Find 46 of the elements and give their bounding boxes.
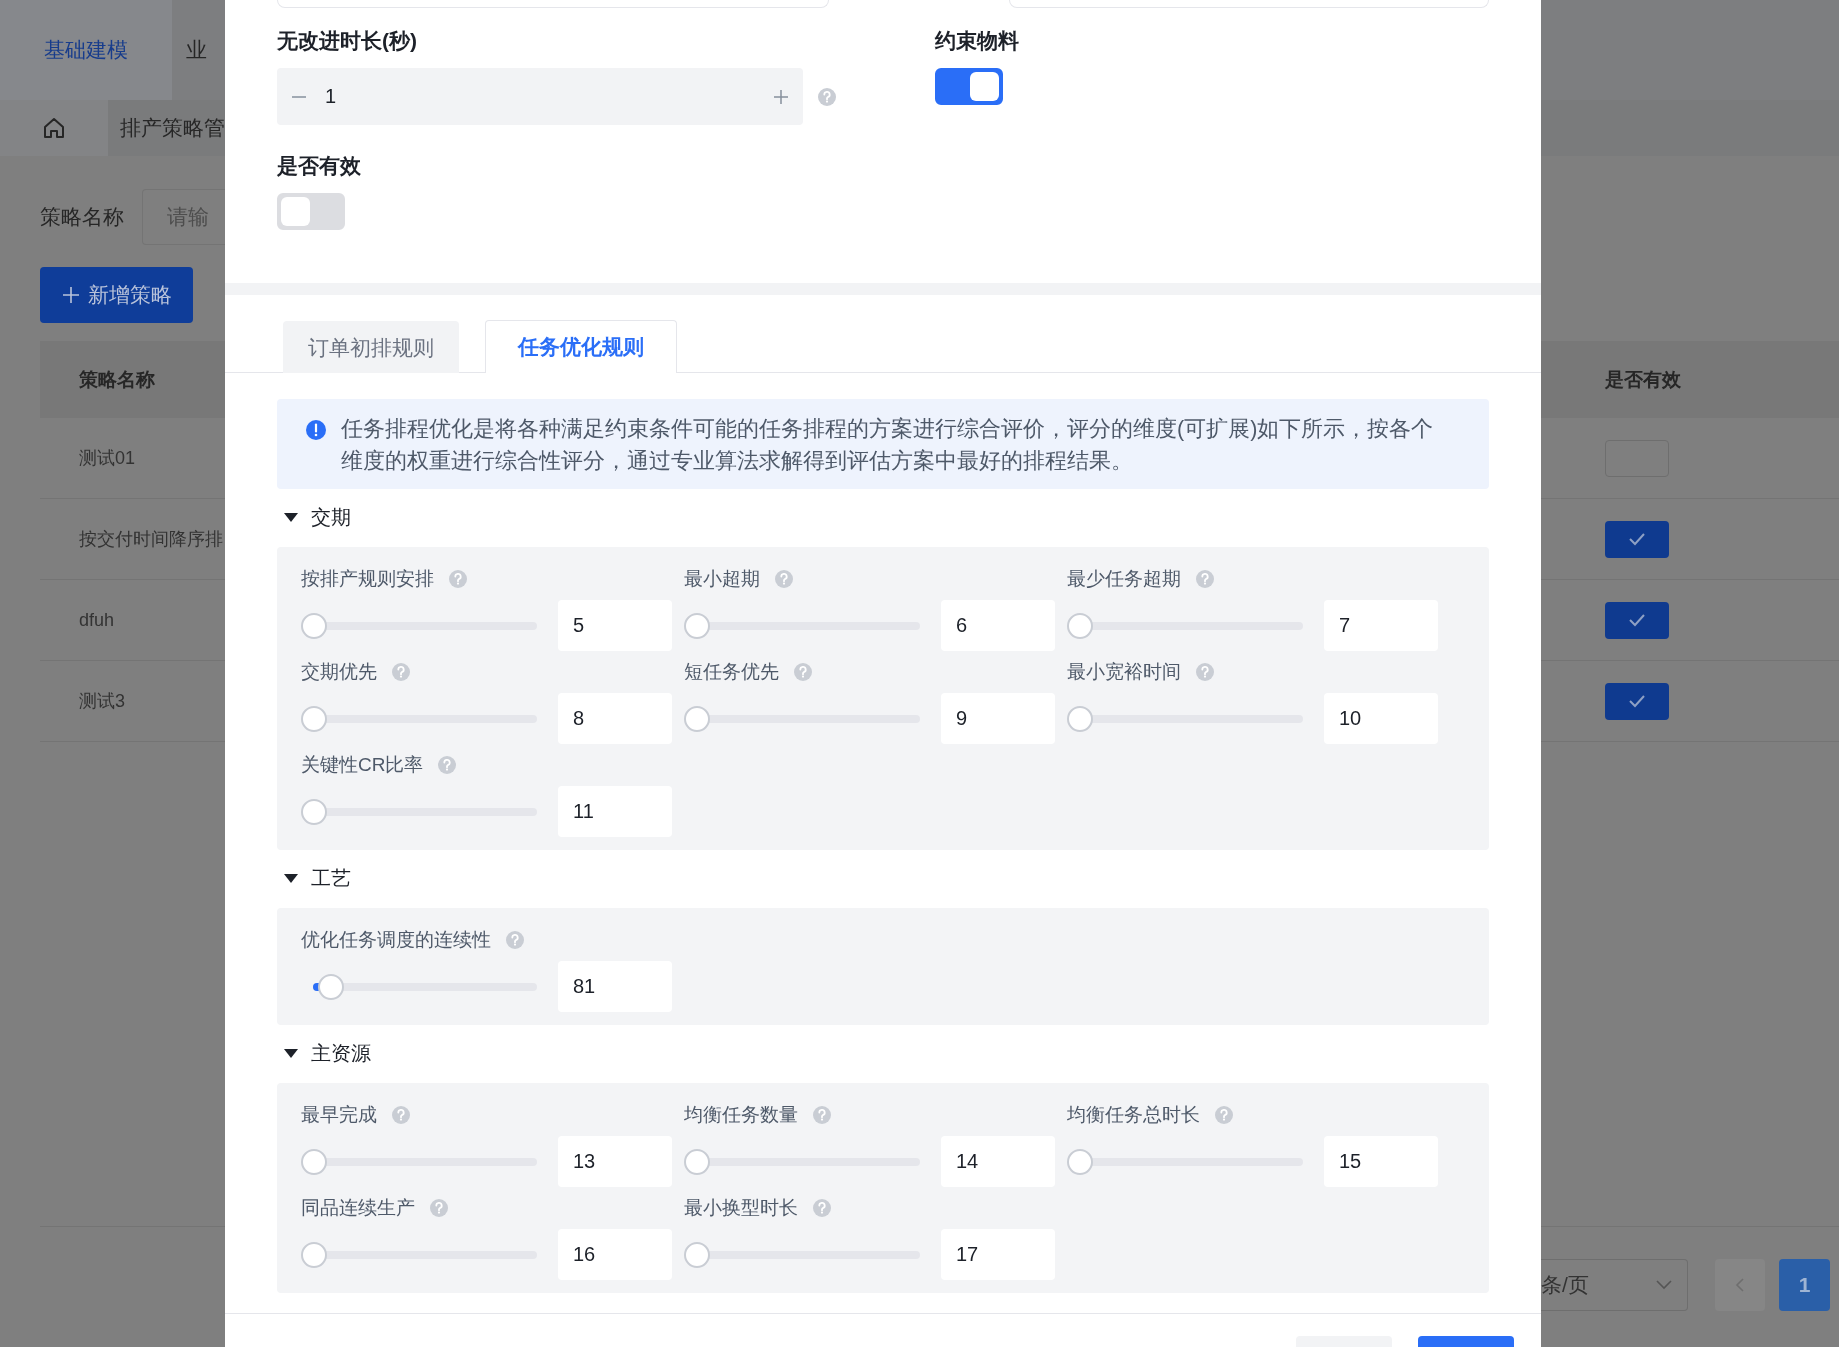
number-input[interactable]: 6 bbox=[941, 600, 1055, 651]
column-header: 是否有效 bbox=[1605, 367, 1681, 392]
number-input[interactable]: 14 bbox=[941, 1136, 1055, 1187]
number-input[interactable]: 17 bbox=[941, 1229, 1055, 1280]
field-label: 是否有效 bbox=[277, 153, 362, 179]
number-stepper[interactable]: 1 bbox=[277, 68, 803, 125]
number-input[interactable]: 8 bbox=[558, 693, 672, 744]
weight-label: 交期优先 bbox=[301, 660, 377, 684]
number-input[interactable]: 81 bbox=[558, 961, 672, 1012]
table-cell: dfuh bbox=[79, 609, 115, 631]
weight-label: 最早完成 bbox=[301, 1103, 377, 1127]
tab[interactable]: 任务优化规则 bbox=[485, 320, 677, 373]
weight-label: 同品连续生产 bbox=[301, 1196, 415, 1220]
weight-label: 优化任务调度的连续性 bbox=[301, 928, 491, 952]
filter-label: 策略名称 bbox=[40, 204, 124, 230]
number-input[interactable]: 16 bbox=[558, 1229, 672, 1280]
number-input[interactable]: 7 bbox=[1324, 600, 1438, 651]
number-input[interactable]: 13 bbox=[558, 1136, 672, 1187]
number-input[interactable]: 9 bbox=[941, 693, 1055, 744]
section-title: 交期 bbox=[311, 504, 351, 530]
weight-label: 最小换型时长 bbox=[684, 1196, 798, 1220]
tab[interactable]: 订单初排规则 bbox=[283, 321, 459, 373]
table-cell-text: 测试3 bbox=[79, 690, 125, 713]
field-label: 无改进时长(秒) bbox=[277, 28, 418, 54]
add-button[interactable]: 新增策略 bbox=[40, 267, 193, 323]
weight-label: 最小超期 bbox=[684, 567, 760, 591]
field-label: 约束物料 bbox=[935, 28, 1020, 54]
number-input[interactable]: 10 bbox=[1324, 693, 1438, 744]
breadcrumb-tab[interactable]: 排产策略管 bbox=[120, 114, 225, 142]
weight-label: 按排产规则安排 bbox=[301, 567, 434, 591]
weight-label: 均衡任务总时长 bbox=[1067, 1103, 1200, 1127]
weight-label: 短任务优先 bbox=[684, 660, 779, 684]
alert-text: 任务排程优化是将各种满足约束条件可能的任务排程的方案进行综合评价，评分的维度(可扩展)如下所示，按各个维度的权重进行综合性评分，通过专业算法求解得到评估方案中最好的排程结果。 bbox=[341, 416, 1435, 475]
number-input[interactable]: 15 bbox=[1324, 1136, 1438, 1187]
number-input[interactable]: 5 bbox=[558, 600, 672, 651]
table-cell-text: 按交付时间降序排 bbox=[79, 528, 223, 551]
nav-tab[interactable]: 业 bbox=[172, 0, 207, 100]
weight-label: 关键性CR比率 bbox=[301, 753, 424, 777]
weight-label: 最小宽裕时间 bbox=[1067, 660, 1181, 684]
weight-label: 最少任务超期 bbox=[1067, 567, 1181, 591]
section-title: 主资源 bbox=[311, 1040, 371, 1066]
section-title: 工艺 bbox=[311, 865, 351, 891]
column-header: 策略名称 bbox=[79, 367, 155, 392]
number-input[interactable]: 11 bbox=[558, 786, 672, 837]
table-cell-text: 测试01 bbox=[79, 447, 136, 470]
weight-label: 均衡任务数量 bbox=[684, 1103, 798, 1127]
